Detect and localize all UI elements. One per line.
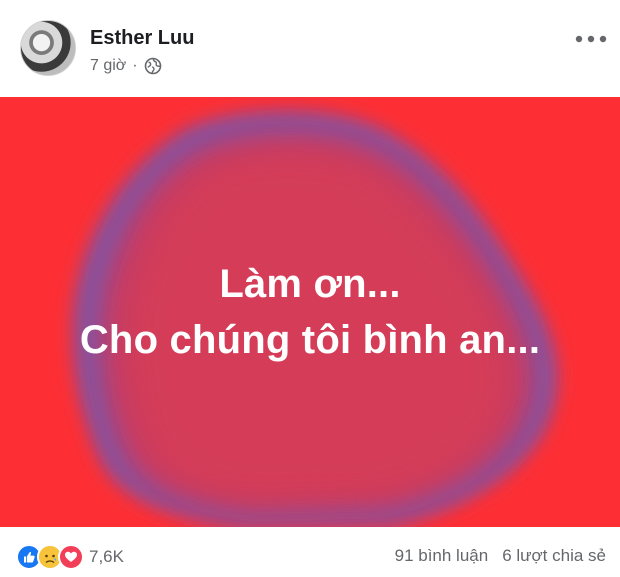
more-horizontal-icon[interactable] <box>572 25 610 53</box>
post-time[interactable]: 7 giờ <box>90 57 126 75</box>
comments-count-link[interactable]: 91 bình luận <box>395 546 489 566</box>
post-text-line-1: Làm ơn... <box>219 262 401 306</box>
author-name[interactable]: Esther Luu <box>90 27 194 50</box>
post-header: Esther Luu 7 giờ · <box>0 0 620 97</box>
meta-separator: · <box>132 57 138 74</box>
reaction-count: 7,6K <box>89 547 124 566</box>
post-background-banner: Làm ơn... Cho chúng tôi bình an... <box>0 97 620 527</box>
engagement-stats: 91 bình luận 6 lượt chia sẻ <box>395 546 606 566</box>
post-text-line-2: Cho chúng tôi bình an... <box>79 318 541 362</box>
post-meta: 7 giờ · <box>90 57 162 75</box>
reactions-summary[interactable]: 7,6K <box>16 544 124 570</box>
shares-count-link[interactable]: 6 lượt chia sẻ <box>502 546 606 566</box>
post-footer: 7,6K 91 bình luận 6 lượt chia sẻ <box>0 527 620 577</box>
love-icon <box>58 544 84 570</box>
author-avatar[interactable] <box>20 20 76 76</box>
post-status-text: Làm ơn... Cho chúng tôi bình an... <box>0 97 620 527</box>
globe-icon[interactable] <box>144 57 162 75</box>
